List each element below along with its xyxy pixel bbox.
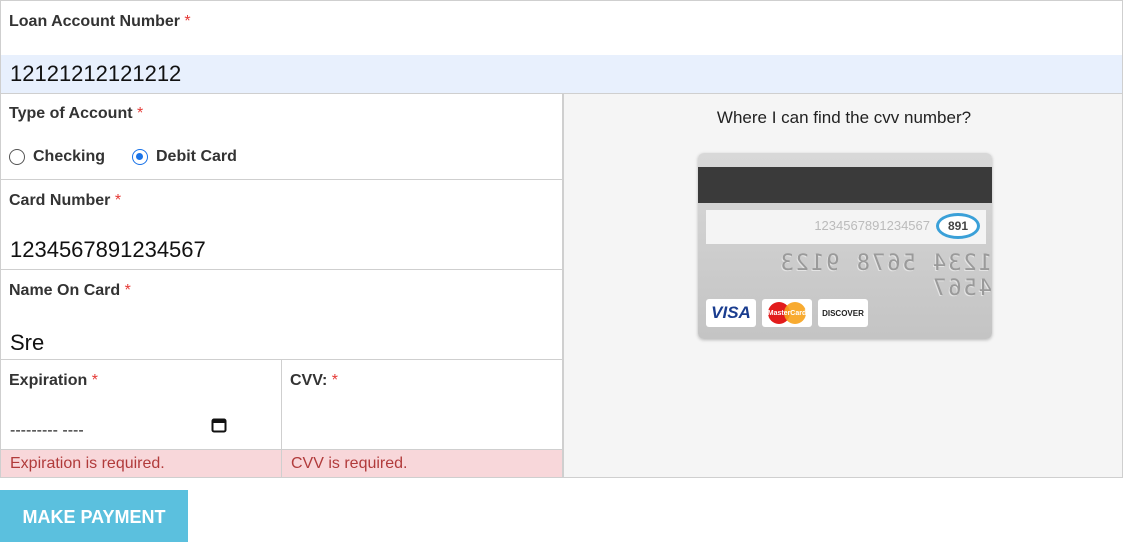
radio-debit-card-label: Debit Card — [156, 148, 237, 165]
cvv-label-text: CVV: — [290, 372, 328, 389]
payment-form: Loan Account Number * 12121212121212 Typ… — [0, 0, 1123, 479]
payment-fields: Type of Account * Checking Debit Card Ca… — [0, 93, 563, 478]
calendar-icon[interactable] — [211, 417, 227, 433]
required-marker: * — [114, 192, 122, 209]
loan-account-label: Loan Account Number * — [9, 13, 191, 31]
cvv-help-panel: Where I can find the cvv number? 1234567… — [563, 93, 1123, 478]
account-type-section: Type of Account * Checking Debit Card — [0, 93, 563, 180]
expiration-error: Expiration is required. — [0, 449, 282, 478]
embossed-card-number: 1234 5678 9123 4567 — [778, 251, 992, 301]
card-logos: VISA MasterCard DISCOVER — [706, 299, 868, 327]
expiration-label-text: Expiration — [9, 372, 88, 389]
required-marker: * — [331, 372, 339, 389]
radio-unchecked-icon[interactable] — [9, 149, 25, 165]
cvv-label: CVV: * — [290, 372, 338, 390]
required-marker: * — [137, 105, 144, 122]
name-on-card-label: Name On Card * — [9, 282, 131, 300]
card-number-label-text: Card Number — [9, 192, 111, 209]
radio-checking[interactable]: Checking — [9, 148, 105, 166]
card-number-input[interactable]: 1234567891234567 — [10, 237, 206, 263]
account-type-label: Type of Account * — [9, 105, 143, 123]
expiration-input[interactable]: --------- ---- — [10, 422, 84, 440]
radio-checking-label: Checking — [33, 148, 106, 165]
radio-checked-icon[interactable] — [132, 149, 148, 165]
expiration-section: Expiration * --------- ---- — [0, 359, 282, 450]
mastercard-logo-icon: MasterCard — [762, 299, 812, 327]
cvv-section: CVV: * — [281, 359, 563, 450]
expiration-label: Expiration * — [9, 372, 98, 390]
cvv-input[interactable] — [283, 390, 561, 446]
cvv-highlight: 891 — [936, 213, 980, 239]
name-on-card-input[interactable]: Sre — [10, 330, 44, 356]
make-payment-button[interactable]: MAKE PAYMENT — [0, 490, 188, 542]
required-marker: * — [124, 282, 131, 299]
cvv-help-title: Where I can find the cvv number? — [716, 108, 972, 127]
card-back-image: 1234567891234567 891 1234 5678 9123 4567… — [698, 153, 992, 339]
required-marker: * — [91, 372, 98, 389]
loan-account-section: Loan Account Number * 12121212121212 — [0, 0, 1123, 94]
account-type-label-text: Type of Account — [9, 105, 133, 122]
loan-account-input[interactable]: 12121212121212 — [1, 55, 1122, 93]
magnetic-stripe — [698, 167, 992, 203]
signature-strip: 1234567891234567 891 — [706, 210, 986, 244]
cvv-error: CVV is required. — [281, 449, 563, 478]
visa-logo-icon: VISA — [706, 299, 756, 327]
radio-debit-card[interactable]: Debit Card — [132, 148, 237, 166]
name-on-card-section: Name On Card * Sre — [0, 269, 563, 360]
card-number-label: Card Number * — [9, 192, 121, 210]
signature-digits: 1234567891234567 — [814, 218, 930, 233]
required-marker: * — [184, 13, 191, 30]
mastercard-logo-text: MasterCard — [767, 309, 807, 317]
card-number-section: Card Number * 1234567891234567 — [0, 179, 563, 270]
name-on-card-label-text: Name On Card — [9, 282, 121, 299]
loan-account-label-text: Loan Account Number — [9, 13, 180, 30]
discover-logo-icon: DISCOVER — [818, 299, 868, 327]
